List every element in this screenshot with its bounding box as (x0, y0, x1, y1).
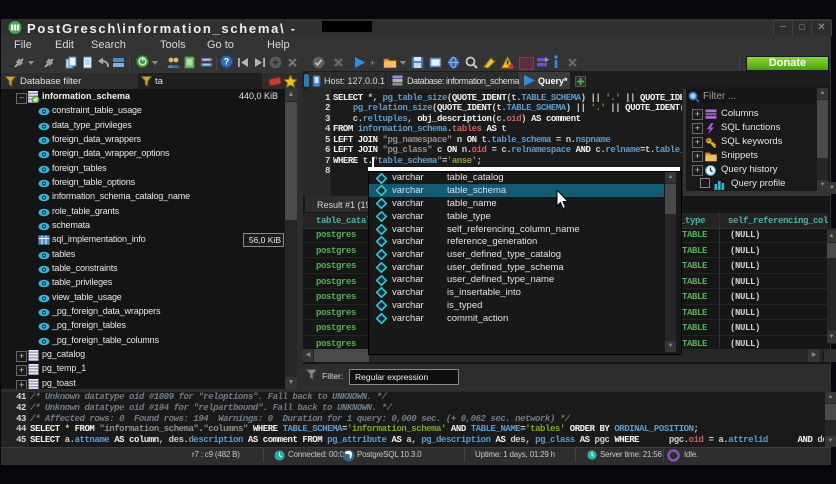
svg-text:?: ? (224, 57, 230, 67)
